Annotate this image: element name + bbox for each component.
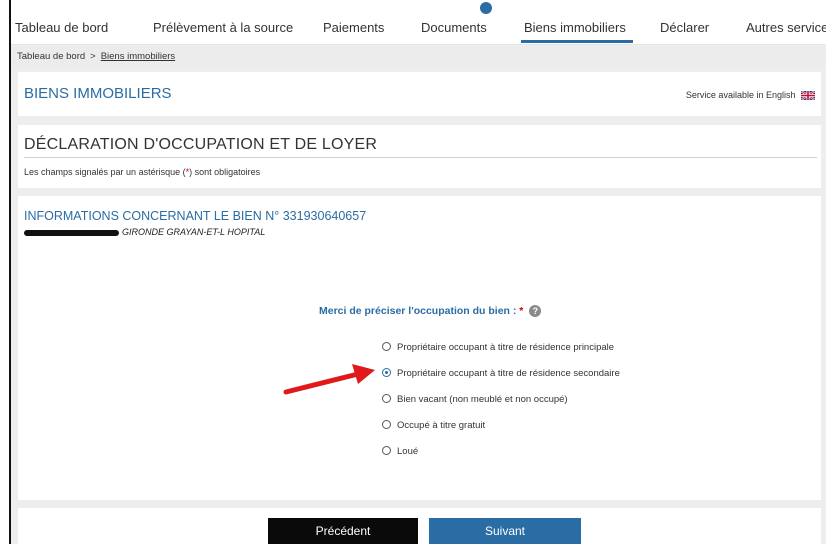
property-panel: INFORMATIONS CONCERNANT LE BIEN N° 33193…	[18, 196, 821, 500]
english-service-link[interactable]: Service available in English	[685, 90, 815, 101]
section-header-panel: BIENS IMMOBILIERS Service available in E…	[18, 72, 821, 116]
required-fields-note: Les champs signalés par un astérisque (*…	[24, 167, 260, 177]
required-asterisk: *	[519, 305, 524, 317]
radio-button[interactable]	[382, 341, 391, 351]
nav-autres-services[interactable]: Autres services	[746, 20, 826, 35]
radio-label[interactable]: Propriétaire occupant à titre de résiden…	[397, 368, 620, 379]
active-tab-indicator	[521, 40, 633, 43]
property-address: GIRONDE GRAYAN-ET-L HOPITAL	[24, 227, 265, 237]
radio-option-bien-vacant[interactable]: Bien vacant (non meublé et non occupé)	[382, 393, 568, 405]
section-title: BIENS IMMOBILIERS	[24, 85, 172, 102]
radio-label[interactable]: Bien vacant (non meublé et non occupé)	[397, 394, 568, 405]
radio-button[interactable]	[382, 419, 391, 429]
navigation-buttons-panel: Précédent Suivant	[18, 508, 821, 544]
nav-prelevement-a-la-source[interactable]: Prélèvement à la source	[153, 20, 293, 35]
radio-label[interactable]: Loué	[397, 446, 418, 457]
uk-flag-icon	[801, 91, 815, 101]
english-service-label: Service available in English	[685, 90, 796, 100]
breadcrumb-current[interactable]: Biens immobiliers	[101, 51, 175, 62]
nav-tableau-de-bord[interactable]: Tableau de bord	[15, 20, 108, 35]
occupation-question: Merci de préciser l'occupation du bien :…	[319, 305, 542, 318]
radio-option-residence-secondaire[interactable]: Propriétaire occupant à titre de résiden…	[382, 367, 620, 379]
radio-option-occupe-a-titre-gratuit[interactable]: Occupé à titre gratuit	[382, 419, 485, 431]
radio-option-residence-principale[interactable]: Propriétaire occupant à titre de résiden…	[382, 341, 614, 353]
nav-declarer[interactable]: Déclarer	[660, 20, 709, 35]
radio-button[interactable]	[382, 393, 391, 403]
help-icon[interactable]: ?	[529, 305, 542, 318]
property-title: INFORMATIONS CONCERNANT LE BIEN N° 33193…	[24, 209, 367, 223]
notification-badge-icon	[480, 2, 492, 14]
radio-button-checked[interactable]	[382, 367, 391, 377]
note-text-end: ) sont obligatoires	[189, 167, 261, 177]
redacted-text	[24, 229, 119, 236]
title-divider	[24, 157, 817, 158]
nav-documents[interactable]: Documents	[421, 20, 487, 35]
nav-paiements[interactable]: Paiements	[323, 20, 384, 35]
next-button[interactable]: Suivant	[429, 518, 581, 544]
note-text-start: Les champs signalés par un astérisque (	[24, 167, 186, 177]
radio-label[interactable]: Occupé à titre gratuit	[397, 420, 485, 431]
app-frame: Tableau de bord Prélèvement à la source …	[9, 0, 826, 544]
question-label: Merci de préciser l'occupation du bien :	[319, 305, 517, 317]
radio-button[interactable]	[382, 445, 391, 455]
property-address-text: GIRONDE GRAYAN-ET-L HOPITAL	[122, 227, 266, 237]
breadcrumb-home[interactable]: Tableau de bord	[17, 51, 85, 62]
breadcrumb: Tableau de bord > Biens immobiliers	[11, 46, 826, 66]
nav-biens-immobiliers[interactable]: Biens immobiliers	[524, 20, 626, 35]
radio-option-loue[interactable]: Loué	[382, 445, 418, 457]
breadcrumb-separator: >	[90, 51, 96, 62]
form-title: DÉCLARATION D'OCCUPATION ET DE LOYER	[24, 136, 378, 153]
top-navigation: Tableau de bord Prélèvement à la source …	[11, 0, 826, 45]
radio-label[interactable]: Propriétaire occupant à titre de résiden…	[397, 342, 614, 353]
form-header-panel: DÉCLARATION D'OCCUPATION ET DE LOYER Les…	[18, 125, 821, 188]
previous-button[interactable]: Précédent	[268, 518, 418, 544]
red-annotation-arrow-icon	[283, 364, 375, 395]
